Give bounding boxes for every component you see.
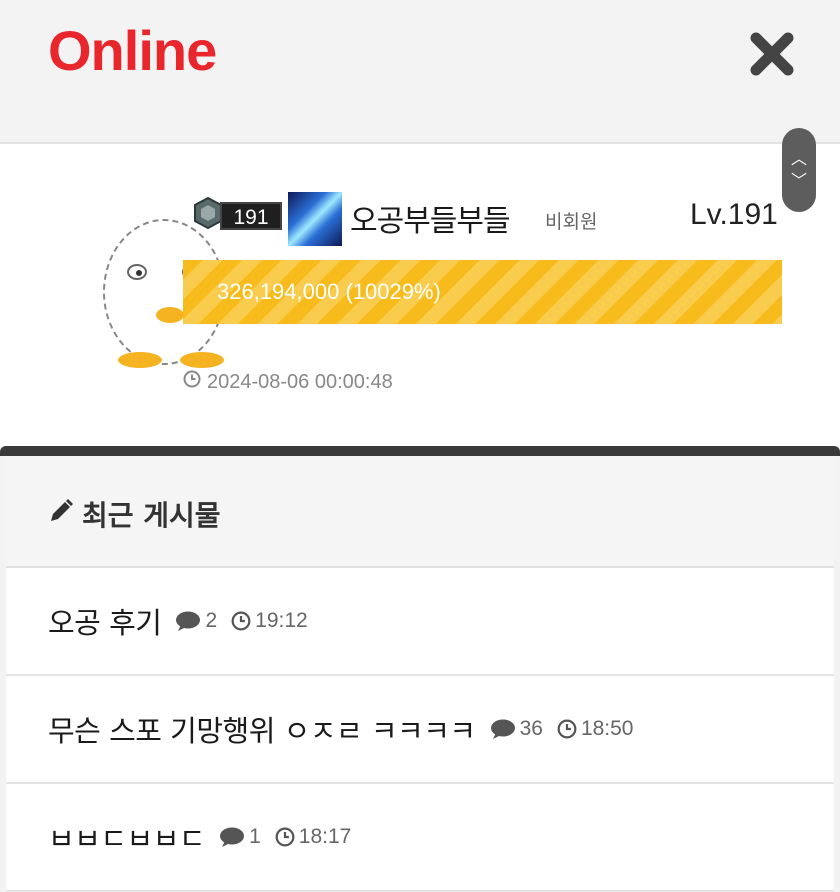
scroll-toggle-button[interactable]: ︿ ﹀ <box>782 128 816 212</box>
post-time-value: 18:17 <box>298 825 352 848</box>
comment-icon <box>176 611 201 631</box>
chevron-up-icon: ︿ <box>790 149 807 168</box>
post-time: 18:50 <box>557 717 634 741</box>
clock-icon <box>275 827 295 847</box>
comment-count-value: 2 <box>205 609 218 632</box>
recent-posts-title: 최근 게시물 <box>48 494 221 534</box>
level-label: Lv.191 <box>690 198 778 231</box>
xp-text: 326,194,000 (10029%) <box>217 279 441 304</box>
user-guild-icon <box>288 192 342 246</box>
last-seen-time: 2024-08-06 00:00:48 <box>207 370 393 393</box>
clock-icon <box>557 719 577 739</box>
list-item[interactable]: ㅂㅂㄷㅂㅂㄷ 1 18:17 <box>6 784 834 892</box>
comment-icon <box>220 827 245 847</box>
recent-posts-header: 최근 게시물 <box>6 456 834 568</box>
chevron-down-icon: ﹀ <box>790 171 807 190</box>
post-time-value: 19:12 <box>255 609 308 632</box>
comment-count: 1 <box>219 825 261 849</box>
list-item[interactable]: 오공 후기 2 19:12 <box>6 568 834 676</box>
member-type: 비회원 <box>545 211 598 233</box>
comment-count-value: 36 <box>519 717 543 740</box>
pencil-icon <box>48 498 74 531</box>
list-item[interactable]: 무슨 스포 기망행위 ㅇㅈㄹ ㅋㅋㅋㅋ 36 18:50 <box>6 676 834 784</box>
comment-count-value: 1 <box>249 825 261 848</box>
xp-progress-bar: 326,194,000 (10029%) <box>183 260 782 324</box>
clock-icon <box>231 611 251 631</box>
post-title[interactable]: 오공 후기 <box>48 600 162 642</box>
post-time: 19:12 <box>231 609 308 633</box>
clock-icon <box>183 370 201 394</box>
comment-icon <box>490 719 515 739</box>
post-time-value: 18:50 <box>580 717 634 740</box>
section-divider <box>0 446 840 456</box>
recent-posts-list: 오공 후기 2 19:12 무슨 스포 기망행위 ㅇㅈㄹ ㅋㅋㅋㅋ 36 18:… <box>6 568 834 892</box>
close-icon[interactable] <box>748 30 796 78</box>
recent-posts-label: 최근 게시물 <box>82 499 221 532</box>
post-time: 18:17 <box>275 825 352 849</box>
page-title: Online <box>48 19 217 82</box>
profile-card: 191 오공부들부들 비회원 Lv.191 ︿ ﹀ 326,194,000 (1… <box>0 128 840 446</box>
post-title[interactable]: ㅂㅂㄷㅂㅂㄷ <box>48 816 206 858</box>
post-title[interactable]: 무슨 스포 기망행위 ㅇㅈㄹ ㅋㅋㅋㅋ <box>48 708 476 750</box>
comment-count: 2 <box>175 609 217 633</box>
rank-badge: 191 <box>220 202 282 230</box>
username[interactable]: 오공부들부들 <box>350 196 511 240</box>
last-seen: 2024-08-06 00:00:48 <box>183 370 393 394</box>
header: Online <box>0 0 840 144</box>
comment-count: 36 <box>490 717 543 741</box>
